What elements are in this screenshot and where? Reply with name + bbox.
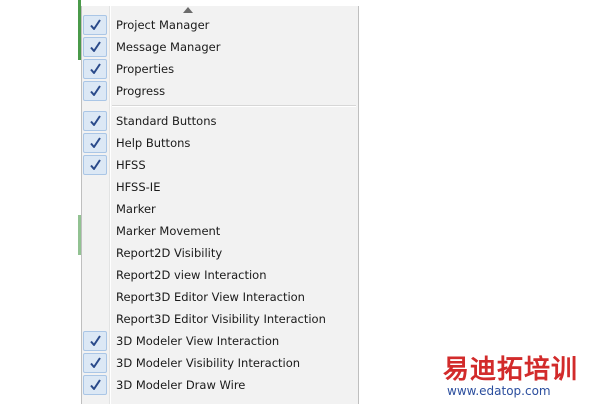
triangle-up-icon [183,6,193,13]
screenshot-page: Project Manager Message Manager Properties… [0,0,599,404]
watermark-text: 易迪拓培训 [443,355,579,385]
menu-item-check-area [83,177,107,197]
menu-item-list: Project Manager Message Manager Properties… [82,14,358,396]
menu-item-label: HFSS [116,158,146,172]
menu-item-label: Standard Buttons [116,114,217,128]
menu-item-check-area [83,375,107,395]
menu-item-label: Marker Movement [116,224,221,238]
menu-separator [82,102,358,110]
menu-item-check-area [83,59,107,79]
menu-item-3d-modeler-view-interaction[interactable]: 3D Modeler View Interaction [82,330,358,352]
menu-item-label: Marker [116,202,156,216]
menu-item-3d-modeler-visibility-interaction[interactable]: 3D Modeler Visibility Interaction [82,352,358,374]
menu-item-label: 3D Modeler Visibility Interaction [116,356,301,370]
menu-item-check-area [83,15,107,35]
menu-item-check-area [83,287,107,307]
menu-item-check-area [83,133,107,153]
menu-item-label: Report3D Editor Visibility Interaction [116,312,326,326]
menu-item-properties[interactable]: Properties [82,58,358,80]
menu-item-label: Report2D Visibility [116,246,223,260]
menu-item-label: Report3D Editor View Interaction [116,290,305,304]
menu-item-label: 3D Modeler Draw Wire [116,378,246,392]
menu-item-project-manager[interactable]: Project Manager [82,14,358,36]
toolbars-context-menu: Project Manager Message Manager Properties… [81,6,359,404]
menu-item-hfss-ie[interactable]: HFSS-IE [82,176,358,198]
menu-item-label: HFSS-IE [116,180,161,194]
menu-item-check-area [83,81,107,101]
menu-item-check-area [83,111,107,131]
menu-item-label: Help Buttons [116,136,191,150]
menu-item-report3d-editor-visibility-interaction[interactable]: Report3D Editor Visibility Interaction [82,308,358,330]
scroll-up-button[interactable] [182,6,194,13]
menu-item-label: Properties [116,62,175,76]
menu-item-report2d-view-interaction[interactable]: Report2D view Interaction [82,264,358,286]
menu-item-label: 3D Modeler View Interaction [116,334,280,348]
menu-item-check-area [83,331,107,351]
menu-item-label: Project Manager [116,18,210,32]
menu-item-check-area [83,353,107,373]
menu-item-check-area [83,37,107,57]
watermark-logo: 易迪拓培训 www.edatop.com [443,356,595,400]
menu-item-help-buttons[interactable]: Help Buttons [82,132,358,154]
menu-item-label: Message Manager [116,40,221,54]
menu-item-marker-movement[interactable]: Marker Movement [82,220,358,242]
menu-item-report3d-editor-view-interaction[interactable]: Report3D Editor View Interaction [82,286,358,308]
menu-item-check-area [83,265,107,285]
menu-item-3d-modeler-draw-wire[interactable]: 3D Modeler Draw Wire [82,374,358,396]
menu-item-report2d-visibility[interactable]: Report2D Visibility [82,242,358,264]
menu-item-check-area [83,199,107,219]
menu-item-check-area [83,155,107,175]
menu-item-label: Report2D view Interaction [116,268,267,282]
menu-item-progress[interactable]: Progress [82,80,358,102]
menu-item-check-area [83,221,107,241]
menu-item-label: Progress [116,84,166,98]
watermark-url: www.edatop.com [447,384,551,398]
menu-item-hfss[interactable]: HFSS [82,154,358,176]
menu-item-check-area [83,243,107,263]
menu-item-marker[interactable]: Marker [82,198,358,220]
menu-item-message-manager[interactable]: Message Manager [82,36,358,58]
menu-item-standard-buttons[interactable]: Standard Buttons [82,110,358,132]
menu-item-check-area [83,309,107,329]
